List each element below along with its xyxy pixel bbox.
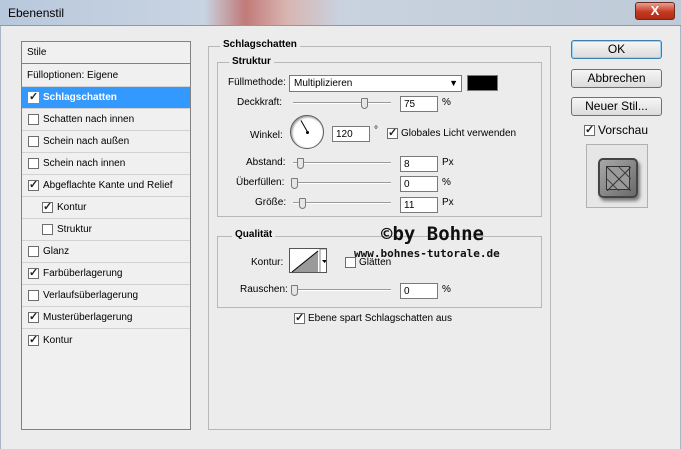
knockout-checkbox[interactable] (294, 311, 305, 324)
style-item-outer-glow[interactable]: Schein nach außen (22, 131, 190, 153)
preview-thumbnail (598, 158, 638, 198)
chevron-down-icon: ▼ (449, 78, 458, 88)
close-button[interactable]: X (635, 2, 675, 20)
shadow-color-swatch[interactable] (467, 75, 498, 91)
size-slider[interactable] (293, 198, 391, 209)
spread-input[interactable]: 0 (400, 176, 438, 192)
global-light-checkbox[interactable] (387, 126, 398, 139)
gradient-overlay-checkbox[interactable] (28, 290, 39, 301)
bevel-contour-checkbox[interactable] (42, 200, 53, 213)
preview-option[interactable]: Vorschau (584, 123, 648, 137)
style-item-pattern-overlay[interactable]: Musterüberlagerung (22, 307, 190, 329)
style-item-bevel-emboss[interactable]: Abgeflachte Kante und Relief (22, 175, 190, 197)
angle-label: Winkel: (250, 130, 283, 141)
ok-button[interactable]: OK (571, 40, 662, 59)
drop-shadow-title: Schlagschatten (220, 39, 300, 50)
noise-label: Rauschen: (240, 284, 288, 295)
noise-slider[interactable] (291, 285, 391, 296)
spread-unit: % (442, 177, 451, 188)
opacity-label: Deckkraft: (237, 97, 283, 108)
distance-unit: Px (442, 157, 454, 168)
layer-style-dialog: Stile Fülloptionen: Eigene Schlagschatte… (0, 26, 681, 449)
style-item-bevel-texture[interactable]: Struktur (22, 219, 190, 241)
opacity-input[interactable]: 75 (400, 96, 438, 112)
angle-dial[interactable] (290, 115, 324, 149)
knockout-option[interactable]: Ebene spart Schlagschatten aus (294, 311, 452, 324)
distance-slider[interactable] (293, 158, 391, 169)
watermark-url: www.bohnes-tutorale.de (354, 247, 500, 260)
quality-title: Qualität (232, 229, 276, 240)
outer-glow-checkbox[interactable] (28, 136, 39, 147)
size-input[interactable]: 11 (400, 197, 438, 213)
bevel-texture-checkbox[interactable] (42, 224, 53, 235)
spread-slider[interactable] (291, 178, 391, 189)
blend-mode-select[interactable]: Multiplizieren ▼ (289, 75, 462, 92)
color-overlay-checkbox[interactable] (28, 266, 39, 279)
style-item-bevel-contour[interactable]: Kontur (22, 197, 190, 219)
noise-unit: % (442, 284, 451, 295)
style-item-color-overlay[interactable]: Farbüberlagerung (22, 263, 190, 285)
size-unit: Px (442, 197, 454, 208)
distance-slider-thumb[interactable] (297, 158, 304, 169)
style-item-drop-shadow[interactable]: Schlagschatten (22, 87, 190, 109)
blend-mode-label: Füllmethode: (228, 77, 286, 88)
noise-slider-thumb[interactable] (291, 285, 298, 296)
style-item-inner-shadow[interactable]: Schatten nach innen (22, 109, 190, 131)
window-title: Ebenenstil (8, 6, 65, 20)
opacity-slider[interactable] (293, 98, 391, 109)
style-list-header[interactable]: Stile (22, 42, 190, 64)
structure-title: Struktur (229, 56, 274, 67)
noise-input[interactable]: 0 (400, 283, 438, 299)
spread-slider-thumb[interactable] (291, 178, 298, 189)
cancel-button[interactable]: Abbrechen (571, 69, 662, 88)
opacity-unit: % (442, 97, 451, 108)
style-item-stroke[interactable]: Kontur (22, 329, 190, 351)
close-icon: X (650, 3, 660, 18)
stroke-checkbox[interactable] (28, 333, 39, 346)
style-item-satin[interactable]: Glanz (22, 241, 190, 263)
style-item-blending-options[interactable]: Fülloptionen: Eigene (22, 65, 190, 87)
preview-checkbox[interactable] (584, 123, 595, 136)
drop-shadow-checkbox[interactable] (28, 90, 39, 103)
size-label: Größe: (255, 197, 287, 208)
style-item-inner-glow[interactable]: Schein nach innen (22, 153, 190, 175)
watermark-author: ©by Bohne (381, 223, 484, 245)
style-item-gradient-overlay[interactable]: Verlaufsüberlagerung (22, 285, 190, 307)
satin-checkbox[interactable] (28, 246, 39, 257)
size-slider-thumb[interactable] (299, 198, 306, 209)
contour-curve-icon (291, 249, 326, 272)
spread-label: Überfüllen: (236, 177, 285, 188)
distance-input[interactable]: 8 (400, 156, 438, 172)
new-style-button[interactable]: Neuer Stil... (571, 97, 662, 116)
style-list: Stile Fülloptionen: Eigene Schlagschatte… (21, 41, 191, 430)
contour-label: Kontur: (251, 257, 284, 268)
title-bar: Ebenenstil X (0, 0, 681, 26)
opacity-slider-thumb[interactable] (361, 98, 368, 109)
bevel-emboss-checkbox[interactable] (28, 178, 39, 191)
angle-dial-hand (300, 120, 308, 132)
global-light-option[interactable]: Globales Licht verwenden (387, 126, 516, 139)
angle-unit: ° (374, 125, 378, 136)
distance-label: Abstand: (246, 157, 286, 168)
pattern-overlay-checkbox[interactable] (28, 310, 39, 323)
style-preview (586, 144, 648, 208)
angle-input[interactable]: 120 (332, 126, 370, 142)
pattern-icon (606, 166, 632, 192)
contour-picker[interactable] (289, 248, 327, 273)
inner-shadow-checkbox[interactable] (28, 114, 39, 125)
inner-glow-checkbox[interactable] (28, 158, 39, 169)
